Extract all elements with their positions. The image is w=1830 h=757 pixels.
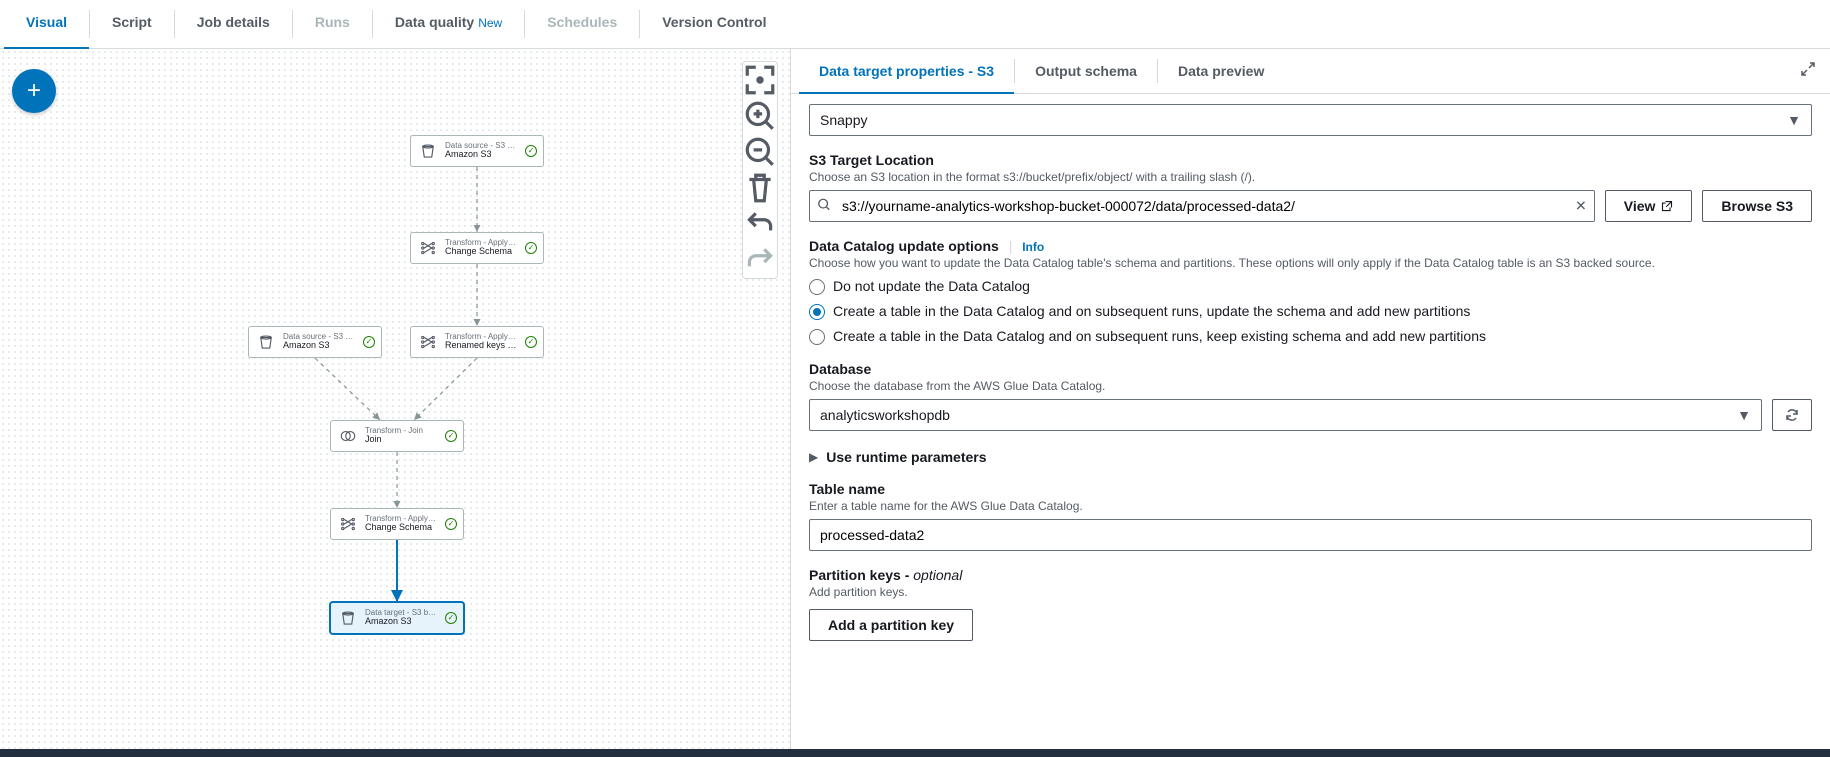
join-icon (337, 425, 359, 447)
radio-create-update-schema[interactable]: Create a table in the Data Catalog and o… (809, 303, 1812, 320)
visual-canvas[interactable]: + Data source - S3 bucketAmazon S (0, 49, 790, 757)
node-target-s3[interactable]: Data target - S3 bucketAmazon S3 (330, 602, 464, 634)
radio-create-keep-schema[interactable]: Create a table in the Data Catalog and o… (809, 328, 1812, 345)
tab-script[interactable]: Script (90, 0, 174, 48)
tab-schedules: Schedules (525, 0, 639, 48)
catalog-label: Data Catalog update options (809, 238, 999, 254)
bucket-icon (337, 607, 359, 629)
footer-bar (0, 749, 1830, 757)
fit-icon[interactable] (743, 62, 777, 98)
tab-data-quality[interactable]: Data qualityNew (373, 0, 524, 48)
node-source-s3-2[interactable]: Data source - S3 bucketAmazon S3 (248, 326, 382, 358)
caret-right-icon: ▶ (809, 450, 818, 464)
properties-panel: Data target properties - S3 Output schem… (790, 49, 1830, 757)
top-tabs: Visual Script Job details Runs Data qual… (0, 0, 1830, 49)
chevron-down-icon: ▼ (1737, 407, 1751, 423)
database-select[interactable]: analyticsworkshopdb ▼ (809, 399, 1762, 431)
browse-s3-button[interactable]: Browse S3 (1702, 190, 1812, 222)
status-ok-icon (445, 612, 457, 624)
mapping-icon (417, 237, 439, 259)
trash-icon[interactable] (743, 170, 777, 206)
s3-location-desc: Choose an S3 location in the format s3:/… (809, 170, 1812, 184)
search-icon (817, 198, 831, 215)
zoom-in-icon[interactable] (743, 98, 777, 134)
node-change-schema-2[interactable]: Transform - ApplyMappi…Change Schema (330, 508, 464, 540)
tab-job-details[interactable]: Job details (175, 0, 292, 48)
status-ok-icon (525, 242, 537, 254)
bucket-icon (417, 140, 439, 162)
status-ok-icon (525, 145, 537, 157)
tab-data-preview[interactable]: Data preview (1158, 49, 1284, 93)
info-link[interactable]: Info (1022, 240, 1044, 254)
tab-output-schema[interactable]: Output schema (1015, 49, 1157, 93)
s3-location-input[interactable] (809, 190, 1595, 222)
compression-select[interactable]: Snappy ▼ (809, 104, 1812, 136)
undo-icon[interactable] (743, 206, 777, 242)
node-renamed-keys[interactable]: Transform - ApplyMappi…Renamed keys for … (410, 326, 544, 358)
table-name-desc: Enter a table name for the AWS Glue Data… (809, 499, 1812, 513)
s3-location-label: S3 Target Location (809, 152, 1812, 168)
properties-tabs: Data target properties - S3 Output schem… (791, 49, 1830, 94)
redo-icon[interactable] (743, 242, 777, 278)
partition-keys-label: Partition keys - optional (809, 567, 1812, 583)
chevron-down-icon: ▼ (1787, 112, 1801, 128)
runtime-params-toggle[interactable]: ▶ Use runtime parameters (809, 449, 1812, 465)
mapping-icon (417, 331, 439, 353)
status-ok-icon (525, 336, 537, 348)
add-node-button[interactable]: + (12, 69, 56, 113)
partition-keys-desc: Add partition keys. (809, 585, 1812, 599)
mapping-icon (337, 513, 359, 535)
node-change-schema-1[interactable]: Transform - ApplyMappi…Change Schema (410, 232, 544, 264)
bucket-icon (255, 331, 277, 353)
view-s3-button[interactable]: View (1605, 190, 1693, 222)
status-ok-icon (445, 518, 457, 530)
tab-data-target-props[interactable]: Data target properties - S3 (799, 49, 1014, 93)
table-name-input[interactable] (809, 519, 1812, 551)
radio-no-update[interactable]: Do not update the Data Catalog (809, 278, 1812, 295)
table-name-label: Table name (809, 481, 1812, 497)
status-ok-icon (445, 430, 457, 442)
zoom-out-icon[interactable] (743, 134, 777, 170)
status-ok-icon (363, 336, 375, 348)
node-join[interactable]: Transform - JoinJoin (330, 420, 464, 452)
catalog-desc: Choose how you want to update the Data C… (809, 256, 1812, 270)
canvas-toolbar (742, 61, 778, 279)
tab-version-control[interactable]: Version Control (640, 0, 788, 48)
database-desc: Choose the database from the AWS Glue Da… (809, 379, 1812, 393)
tab-visual[interactable]: Visual (4, 0, 89, 48)
add-partition-key-button[interactable]: Add a partition key (809, 609, 973, 641)
tab-runs: Runs (293, 0, 372, 48)
new-badge: New (478, 16, 502, 30)
clear-icon[interactable]: ✕ (1575, 198, 1587, 215)
expand-panel-icon[interactable] (1800, 61, 1816, 80)
refresh-db-button[interactable] (1772, 399, 1812, 431)
node-source-s3-1[interactable]: Data source - S3 bucketAmazon S3 (410, 135, 544, 167)
database-label: Database (809, 361, 1812, 377)
